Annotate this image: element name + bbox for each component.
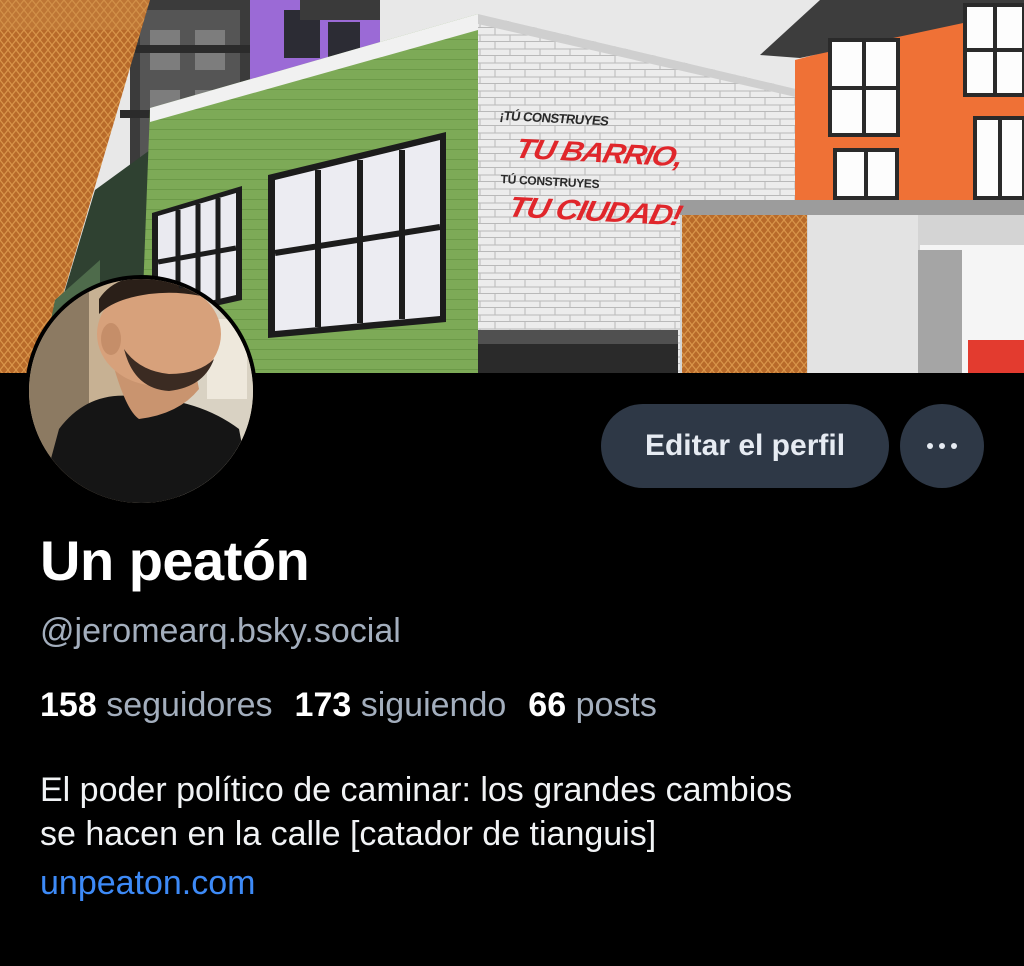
ellipsis-icon: [939, 443, 945, 449]
display-name: Un peatón: [40, 529, 310, 592]
posts-count: 66: [528, 686, 567, 724]
followers-count: 158: [40, 686, 97, 724]
followers-label: seguidores: [106, 686, 273, 724]
mural-line-3: TÚ CONSTRUYES: [500, 171, 600, 192]
mural-text: ¡TÚ CONSTRUYES TU BARRIO, TÚ CONSTRUYES …: [488, 104, 686, 283]
bio-line-2: se hacen en la calle [catador de tiangui…: [40, 815, 657, 853]
profile-bio: El poder político de caminar: los grande…: [40, 768, 1000, 856]
followers-stat[interactable]: 158 seguidores: [40, 686, 273, 725]
avatar-photo: [29, 279, 253, 503]
more-options-button[interactable]: [900, 404, 984, 488]
avatar[interactable]: [25, 275, 257, 507]
profile-handle: @jeromearq.bsky.social: [40, 612, 401, 650]
edit-profile-button[interactable]: Editar el perfil: [601, 404, 889, 488]
mural-line-1: ¡TÚ CONSTRUYES: [498, 107, 610, 129]
posts-stat: 66 posts: [528, 686, 657, 725]
ellipsis-icon: [951, 443, 957, 449]
profile-stats: 158 seguidores 173 siguiendo 66 posts: [40, 686, 679, 725]
website-link[interactable]: unpeaton.com: [40, 864, 256, 903]
posts-label: posts: [575, 686, 657, 724]
following-stat[interactable]: 173 siguiendo: [295, 686, 507, 725]
mural-line-4: TU CIUDAD!: [505, 190, 685, 232]
ellipsis-icon: [927, 443, 933, 449]
following-count: 173: [294, 686, 352, 724]
bio-line-1: El poder político de caminar: los grande…: [40, 771, 793, 809]
following-label: siguiendo: [360, 686, 507, 724]
mural-line-2: TU BARRIO,: [512, 132, 686, 173]
